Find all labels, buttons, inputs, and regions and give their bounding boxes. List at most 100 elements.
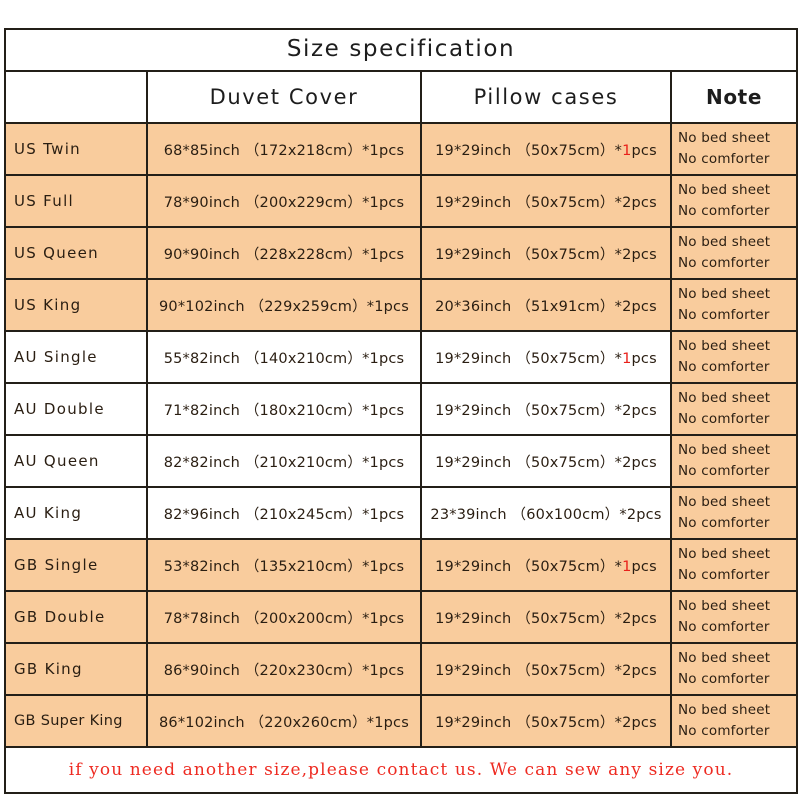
pillow-dimensions: 20*36inch （51x91cm）* bbox=[435, 298, 623, 315]
pillow-quantity-unit: pcs bbox=[631, 558, 657, 575]
cell-note: No bed sheet No comforter bbox=[669, 278, 799, 332]
pillow-quantity: 2 bbox=[622, 454, 632, 471]
note-line-no-comforter: No comforter bbox=[678, 411, 770, 427]
table-row: GB Double 78*78inch （200x200cm）*1pcs 19*29… bbox=[4, 590, 799, 644]
cell-size-name: GB Single bbox=[4, 538, 148, 592]
cell-pillow-cases: 19*29inch （50x75cm）*2pcs bbox=[420, 590, 672, 644]
pillow-quantity: 2 bbox=[626, 506, 637, 523]
cell-duvet-cover: 86*102inch （220x260cm）*1pcs bbox=[146, 694, 422, 748]
note-line-no-bed-sheet: No bed sheet bbox=[678, 442, 771, 459]
pillow-quantity-unit: pcs bbox=[636, 506, 662, 523]
note-line-no-bed-sheet: No bed sheet bbox=[678, 494, 771, 511]
cell-note: No bed sheet No comforter bbox=[669, 382, 799, 436]
pillow-dimensions: 19*29inch （50x75cm）* bbox=[435, 662, 623, 679]
note-line-no-comforter: No comforter bbox=[678, 151, 770, 167]
pillow-quantity-unit: pcs bbox=[631, 610, 657, 627]
table-row: GB Single 53*82inch （135x210cm）*1pcs 19*29… bbox=[4, 538, 799, 592]
table-row: US Full 78*90inch （200x229cm）*1pcs 19*29in… bbox=[4, 174, 799, 228]
cell-size-name: US Queen bbox=[4, 226, 148, 280]
cell-note: No bed sheet No comforter bbox=[669, 330, 799, 384]
note-line-no-comforter: No comforter bbox=[678, 307, 770, 323]
cell-pillow-cases: 19*29inch （50x75cm）*2pcs bbox=[420, 174, 672, 228]
column-header-duvet-cover: Duvet Cover bbox=[146, 70, 422, 124]
pillow-dimensions: 19*29inch （50x75cm）* bbox=[435, 402, 623, 419]
pillow-quantity: 2 bbox=[622, 662, 632, 679]
cell-duvet-cover: 90*90inch （228x228cm）*1pcs bbox=[146, 226, 422, 280]
table-row: AU King 82*96inch （210x245cm）*1pcs 23*39in… bbox=[4, 486, 799, 540]
pillow-quantity: 2 bbox=[622, 714, 632, 731]
table-row: AU Double 71*82inch （180x210cm）*1pcs 19*29… bbox=[4, 382, 799, 436]
cell-duvet-cover: 82*96inch （210x245cm）*1pcs bbox=[146, 486, 422, 540]
pillow-quantity-unit: pcs bbox=[631, 714, 657, 731]
note-line-no-bed-sheet: No bed sheet bbox=[678, 702, 771, 719]
table-title-row: Size specification bbox=[3, 28, 799, 72]
table-row: GB Super King 86*102inch （220x260cm）*1pcs… bbox=[4, 694, 799, 748]
cell-pillow-cases: 20*36inch （51x91cm）*2pcs bbox=[420, 278, 672, 332]
pillow-quantity-unit: pcs bbox=[631, 298, 657, 315]
cell-size-name: GB King bbox=[4, 642, 148, 696]
table-body: Size specification Duvet Cover Pillow ca… bbox=[3, 28, 799, 794]
cell-size-name: US Twin bbox=[4, 122, 148, 176]
pillow-quantity: 2 bbox=[622, 402, 632, 419]
note-line-no-bed-sheet: No bed sheet bbox=[678, 338, 771, 355]
cell-duvet-cover: 78*90inch （200x229cm）*1pcs bbox=[146, 174, 422, 228]
cell-size-name: US Full bbox=[4, 174, 148, 228]
note-line-no-comforter: No comforter bbox=[678, 463, 770, 479]
footer-note: if you need another size,please contact … bbox=[3, 746, 799, 794]
pillow-quantity-unit: pcs bbox=[631, 454, 657, 471]
pillow-dimensions: 19*29inch （50x75cm）* bbox=[435, 194, 623, 211]
table-row: GB King 86*90inch （220x230cm）*1pcs 19*29in… bbox=[4, 642, 799, 696]
cell-duvet-cover: 78*78inch （200x200cm）*1pcs bbox=[146, 590, 422, 644]
cell-pillow-cases: 19*29inch （50x75cm）*2pcs bbox=[420, 642, 672, 696]
note-line-no-bed-sheet: No bed sheet bbox=[678, 130, 771, 147]
pillow-quantity: 1 bbox=[622, 142, 632, 159]
cell-size-name: US King bbox=[4, 278, 148, 332]
table-row: AU Queen 82*82inch （210x210cm）*1pcs 19*29i… bbox=[4, 434, 799, 488]
column-header-note: Note bbox=[669, 70, 799, 124]
cell-pillow-cases: 23*39inch （60x100cm）*2pcs bbox=[420, 486, 672, 540]
pillow-dimensions: 19*29inch （50x75cm）* bbox=[435, 246, 623, 263]
table-header-row: Duvet Cover Pillow cases Note bbox=[4, 70, 799, 124]
note-line-no-bed-sheet: No bed sheet bbox=[678, 546, 771, 563]
table-row: AU Single 55*82inch （140x210cm）*1pcs 19*29… bbox=[4, 330, 799, 384]
size-specification-page: Size specification Duvet Cover Pillow ca… bbox=[0, 0, 800, 800]
pillow-dimensions: 19*29inch （50x75cm）* bbox=[435, 558, 623, 575]
pillow-dimensions: 19*29inch （50x75cm）* bbox=[435, 350, 623, 367]
cell-pillow-cases: 19*29inch （50x75cm）*2pcs bbox=[420, 226, 672, 280]
note-line-no-comforter: No comforter bbox=[678, 723, 770, 739]
cell-note: No bed sheet No comforter bbox=[669, 226, 799, 280]
note-line-no-bed-sheet: No bed sheet bbox=[678, 286, 771, 303]
cell-note: No bed sheet No comforter bbox=[669, 590, 799, 644]
table-footer-row: if you need another size,please contact … bbox=[3, 746, 799, 794]
pillow-dimensions: 23*39inch （60x100cm）* bbox=[430, 506, 627, 523]
note-line-no-comforter: No comforter bbox=[678, 515, 770, 531]
cell-size-name: GB Super King bbox=[4, 694, 148, 748]
note-line-no-bed-sheet: No bed sheet bbox=[678, 598, 771, 615]
pillow-quantity: 2 bbox=[622, 194, 632, 211]
pillow-dimensions: 19*29inch （50x75cm）* bbox=[435, 142, 623, 159]
cell-pillow-cases: 19*29inch （50x75cm）*1pcs bbox=[420, 122, 672, 176]
cell-duvet-cover: 71*82inch （180x210cm）*1pcs bbox=[146, 382, 422, 436]
note-line-no-comforter: No comforter bbox=[678, 671, 770, 687]
cell-pillow-cases: 19*29inch （50x75cm）*2pcs bbox=[420, 382, 672, 436]
pillow-quantity: 2 bbox=[622, 298, 632, 315]
cell-size-name: AU King bbox=[4, 486, 148, 540]
cell-duvet-cover: 82*82inch （210x210cm）*1pcs bbox=[146, 434, 422, 488]
cell-duvet-cover: 53*82inch （135x210cm）*1pcs bbox=[146, 538, 422, 592]
column-header-size bbox=[4, 70, 148, 124]
pillow-quantity: 2 bbox=[622, 246, 632, 263]
pillow-quantity: 1 bbox=[622, 558, 632, 575]
note-line-no-comforter: No comforter bbox=[678, 359, 770, 375]
note-line-no-comforter: No comforter bbox=[678, 203, 770, 219]
cell-size-name: AU Queen bbox=[4, 434, 148, 488]
note-line-no-bed-sheet: No bed sheet bbox=[678, 234, 771, 251]
pillow-dimensions: 19*29inch （50x75cm）* bbox=[435, 714, 623, 731]
cell-pillow-cases: 19*29inch （50x75cm）*1pcs bbox=[420, 330, 672, 384]
pillow-dimensions: 19*29inch （50x75cm）* bbox=[435, 454, 623, 471]
note-line-no-bed-sheet: No bed sheet bbox=[678, 182, 771, 199]
cell-duvet-cover: 55*82inch （140x210cm）*1pcs bbox=[146, 330, 422, 384]
cell-note: No bed sheet No comforter bbox=[669, 486, 799, 540]
note-line-no-bed-sheet: No bed sheet bbox=[678, 650, 771, 667]
cell-size-name: AU Double bbox=[4, 382, 148, 436]
cell-duvet-cover: 86*90inch （220x230cm）*1pcs bbox=[146, 642, 422, 696]
